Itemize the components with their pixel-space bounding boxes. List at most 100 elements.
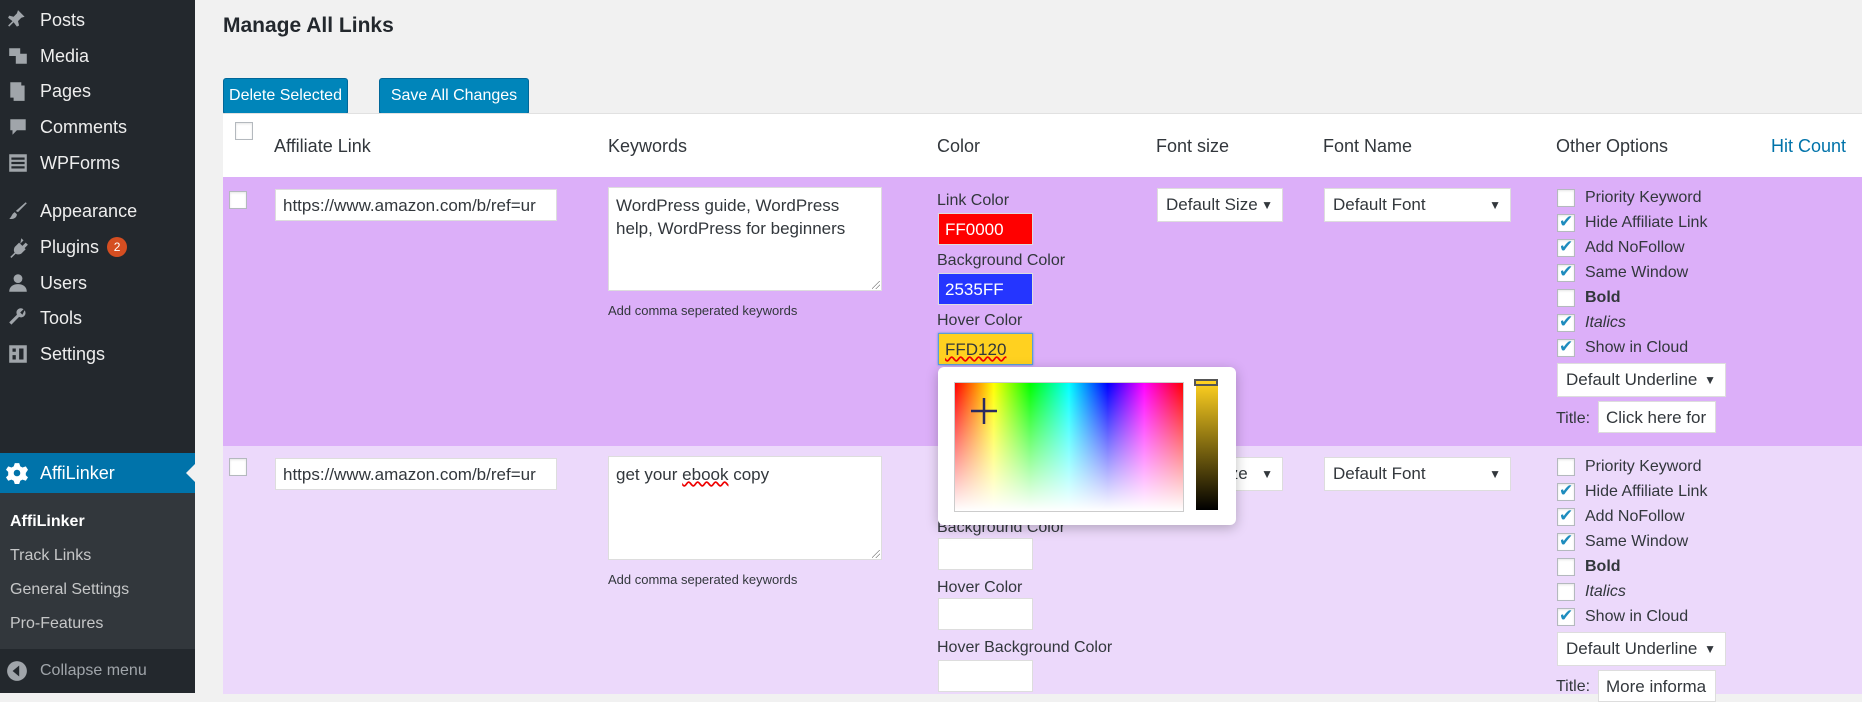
header-other-options: Other Options [1556, 136, 1669, 156]
submenu-general-settings[interactable]: General Settings [10, 581, 129, 599]
keywords-textarea[interactable]: WordPress guide, WordPress help, WordPre… [608, 187, 882, 291]
delete-selected-button[interactable]: Delete Selected [223, 78, 348, 114]
submenu-affilinker[interactable]: AffiLinker [10, 513, 85, 531]
affiliate-link-input[interactable]: https://www.amazon.com/b/ref=ur [275, 189, 557, 221]
wrench-icon [6, 306, 30, 330]
affiliate-link-input[interactable]: https://www.amazon.com/b/ref=ur [275, 458, 557, 490]
sidebar-item-plugins[interactable]: Plugins 2 [0, 229, 195, 265]
sidebar-item-label: Users [40, 272, 88, 293]
option-checkbox[interactable] [1557, 583, 1575, 601]
option-label: Italics [1585, 583, 1626, 600]
option-add-nofollow[interactable]: Add NoFollow [1557, 237, 1685, 257]
chevron-down-icon: ▼ [1704, 373, 1716, 387]
comment-icon [6, 115, 30, 139]
hover-color-input[interactable]: FFD120 [938, 333, 1033, 365]
option-checkbox[interactable] [1557, 312, 1575, 332]
sidebar-item-affilinker[interactable]: AffiLinker [0, 453, 195, 493]
option-checkbox[interactable] [1557, 531, 1575, 551]
keywords-text-end: copy [728, 465, 770, 484]
font-name-select[interactable]: Default Font ▼ [1324, 188, 1511, 222]
underline-select[interactable]: Default Underline ▼ [1557, 363, 1726, 397]
chevron-down-icon: ▼ [1704, 642, 1716, 656]
title-input[interactable]: More informa [1598, 670, 1716, 702]
sidebar-item-posts[interactable]: Posts [0, 2, 195, 38]
link-color-input[interactable]: FF0000 [938, 213, 1033, 245]
crosshair-icon[interactable] [971, 398, 997, 424]
font-name-select[interactable]: Default Font ▼ [1324, 457, 1511, 491]
pin-icon [6, 8, 30, 32]
header-hit-count[interactable]: Hit Count [1771, 136, 1846, 157]
option-bold[interactable]: Bold [1557, 558, 1621, 576]
option-label: Bold [1585, 558, 1621, 575]
hover-background-color-input[interactable] [938, 660, 1033, 692]
chevron-down-icon: ▼ [1489, 198, 1501, 212]
sidebar-item-pages[interactable]: Pages [0, 73, 195, 109]
sidebar-item-media[interactable]: Media [0, 38, 195, 74]
sidebar-item-label: Settings [40, 343, 106, 364]
save-all-changes-button[interactable]: Save All Changes [379, 78, 529, 114]
submenu-track-links[interactable]: Track Links [10, 547, 91, 565]
keywords-text: WordPress guide, WordPress help, WordPre… [616, 196, 846, 238]
keywords-hint: Add comma seperated keywords [608, 303, 798, 318]
option-checkbox[interactable] [1557, 237, 1575, 257]
gear-icon [6, 461, 30, 485]
option-label: Show in Cloud [1585, 608, 1689, 625]
option-label: Hide Affiliate Link [1585, 214, 1708, 231]
option-checkbox[interactable] [1557, 606, 1575, 626]
hover-color-input[interactable] [938, 598, 1033, 630]
sidebar-item-label: Plugins [40, 236, 100, 257]
sidebar-item-comments[interactable]: Comments [0, 109, 195, 145]
chevron-down-icon: ▼ [1489, 467, 1501, 481]
background-color-input[interactable]: 2535FF [938, 273, 1033, 305]
option-checkbox[interactable] [1557, 289, 1575, 307]
option-show-in-cloud[interactable]: Show in Cloud [1557, 337, 1688, 357]
option-checkbox[interactable] [1557, 262, 1575, 282]
option-checkbox[interactable] [1557, 506, 1575, 526]
sidebar-item-users[interactable]: Users [0, 265, 195, 301]
sidebar-item-tools[interactable]: Tools [0, 300, 195, 336]
option-priority-keyword[interactable]: Priority Keyword [1557, 458, 1701, 476]
option-checkbox[interactable] [1557, 481, 1575, 501]
option-add-nofollow[interactable]: Add NoFollow [1557, 506, 1685, 526]
select-all-checkbox[interactable] [235, 122, 253, 140]
row-select-checkbox[interactable] [229, 458, 247, 476]
sidebar-item-label: AffiLinker [40, 462, 115, 483]
background-color-input[interactable] [938, 538, 1033, 570]
title-input[interactable]: Click here for [1598, 401, 1716, 433]
option-bold[interactable]: Bold [1557, 289, 1621, 307]
hover-color-label: Hover Color [937, 579, 1023, 596]
option-checkbox[interactable] [1557, 337, 1575, 357]
row-select-checkbox[interactable] [229, 191, 247, 209]
option-label: Hide Affiliate Link [1585, 483, 1708, 500]
chevron-down-icon: ▼ [1261, 467, 1273, 481]
sidebar-item-settings[interactable]: Settings [0, 336, 195, 372]
option-same-window[interactable]: Same Window [1557, 531, 1688, 551]
submenu-pro-features[interactable]: Pro-Features [10, 615, 103, 633]
option-hide-affiliate-link[interactable]: Hide Affiliate Link [1557, 212, 1708, 232]
collapse-menu-button[interactable]: Collapse menu [0, 656, 195, 686]
underline-select[interactable]: Default Underline ▼ [1557, 632, 1726, 666]
option-checkbox[interactable] [1557, 558, 1575, 576]
sidebar-item-label: Media [40, 45, 90, 66]
option-same-window[interactable]: Same Window [1557, 262, 1688, 282]
option-italics[interactable]: Italics [1557, 583, 1626, 601]
option-checkbox[interactable] [1557, 458, 1575, 476]
hue-slider[interactable] [1196, 382, 1218, 510]
option-checkbox[interactable] [1557, 212, 1575, 232]
media-icon [6, 44, 30, 68]
resize-grip-icon[interactable] [872, 281, 880, 289]
font-size-select[interactable]: Default Size ▼ [1157, 188, 1283, 222]
hover-color-value: FFD120 [945, 340, 1007, 359]
keywords-misspelled-word: ebook [682, 465, 729, 484]
keywords-textarea[interactable]: get your ebook copy [608, 456, 882, 560]
option-show-in-cloud[interactable]: Show in Cloud [1557, 606, 1689, 626]
font-size-value: Default Size [1166, 195, 1258, 214]
option-priority-keyword[interactable]: Priority Keyword [1557, 189, 1701, 207]
option-italics[interactable]: Italics [1557, 312, 1626, 332]
option-checkbox[interactable] [1557, 189, 1575, 207]
option-hide-affiliate-link[interactable]: Hide Affiliate Link [1557, 481, 1708, 501]
sidebar-item-appearance[interactable]: Appearance [0, 193, 195, 229]
sidebar-item-wpforms[interactable]: WPForms [0, 145, 195, 181]
hue-slider-handle[interactable] [1194, 379, 1218, 386]
resize-grip-icon[interactable] [872, 550, 880, 558]
